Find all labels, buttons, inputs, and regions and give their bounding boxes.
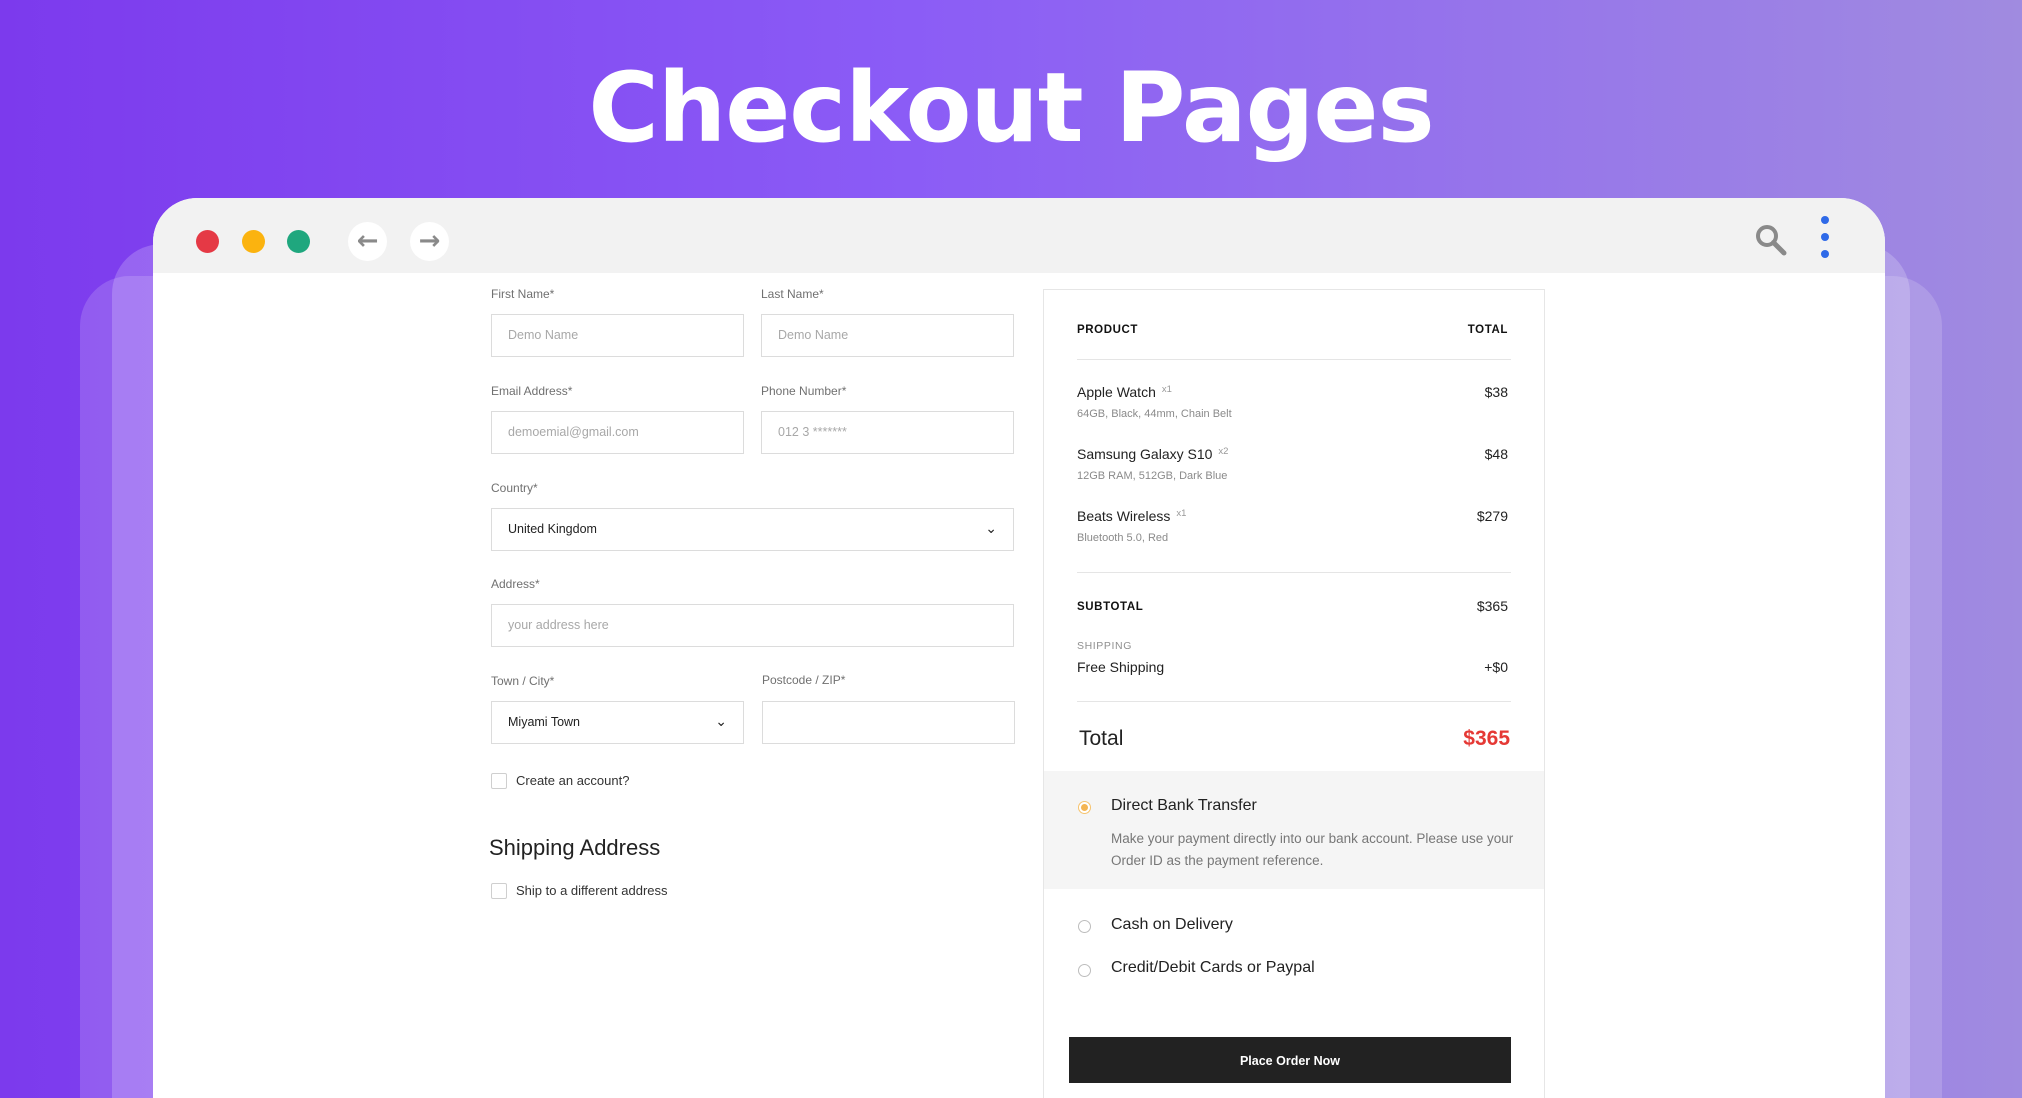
shipping-address-title: Shipping Address bbox=[489, 835, 661, 860]
maximize-window-dot[interactable] bbox=[287, 230, 310, 253]
ship-different-checkbox[interactable] bbox=[491, 883, 507, 899]
total-header: TOTAL bbox=[1467, 324, 1508, 336]
product-price: $38 bbox=[1484, 384, 1508, 400]
email-field[interactable]: demoemial@gmail.com bbox=[491, 411, 744, 454]
vertical-dots-icon[interactable] bbox=[1820, 216, 1830, 260]
close-window-dot[interactable] bbox=[196, 230, 219, 253]
place-order-button[interactable]: Place Order Now bbox=[1069, 1037, 1511, 1083]
product-name: Beats Wireless bbox=[1077, 508, 1171, 524]
product-name: Apple Watch bbox=[1077, 384, 1156, 400]
checkout-content: First Name* Demo Name Last Name* Demo Na… bbox=[153, 273, 1885, 1098]
shipping-method: Free Shipping bbox=[1077, 659, 1165, 675]
product-price: $279 bbox=[1476, 508, 1508, 524]
product-description: Bluetooth 5.0, Red bbox=[1077, 532, 1169, 544]
divider bbox=[1077, 359, 1511, 360]
shipping-label: SHIPPING bbox=[1077, 640, 1132, 652]
ship-different-label: Ship to a different address bbox=[516, 883, 668, 898]
payment-option-bank[interactable]: Direct Bank Transfer Make your payment d… bbox=[1044, 771, 1544, 889]
order-summary: PRODUCT TOTAL Apple Watch x1 64GB, Black,… bbox=[1043, 289, 1545, 1098]
phone-field[interactable]: 012 3 ******* bbox=[761, 411, 1014, 454]
browser-window: ← → First Name* Demo Name Last Name* Dem… bbox=[153, 198, 1885, 1098]
product-name: Samsung Galaxy S10 bbox=[1077, 446, 1213, 462]
arrow-left-icon: ← bbox=[356, 226, 379, 256]
phone-label: Phone Number* bbox=[761, 384, 847, 398]
address-field[interactable]: your address here bbox=[491, 604, 1014, 647]
card-paypal-radio[interactable] bbox=[1078, 964, 1091, 977]
country-select[interactable]: United Kingdom ⌄ bbox=[491, 508, 1014, 551]
last-name-field[interactable]: Demo Name bbox=[761, 314, 1014, 357]
country-label: Country* bbox=[491, 481, 538, 495]
arrow-right-icon: → bbox=[418, 226, 441, 256]
product-price: $48 bbox=[1484, 446, 1508, 462]
bank-transfer-radio[interactable] bbox=[1078, 801, 1091, 814]
create-account-label: Create an account? bbox=[516, 773, 630, 788]
bank-transfer-description: Make your payment directly into our bank… bbox=[1111, 831, 1514, 868]
forward-button[interactable]: → bbox=[410, 222, 449, 261]
town-value: Miyami Town bbox=[508, 715, 581, 729]
product-quantity: x2 bbox=[1218, 446, 1229, 457]
cash-on-delivery-label[interactable]: Cash on Delivery bbox=[1111, 916, 1233, 934]
subtotal-label: SUBTOTAL bbox=[1077, 601, 1144, 613]
chevron-down-icon: ⌄ bbox=[985, 521, 997, 537]
product-quantity: x1 bbox=[1161, 384, 1172, 395]
product-description: 12GB RAM, 512GB, Dark Blue bbox=[1077, 470, 1228, 482]
subtotal-value: $365 bbox=[1476, 598, 1508, 614]
product-quantity: x1 bbox=[1176, 508, 1187, 519]
create-account-checkbox[interactable] bbox=[491, 773, 507, 789]
cash-on-delivery-radio[interactable] bbox=[1078, 920, 1091, 933]
browser-toolbar: ← → bbox=[153, 198, 1885, 273]
address-label: Address* bbox=[491, 577, 540, 591]
postcode-field[interactable] bbox=[762, 701, 1015, 744]
total-label: Total bbox=[1079, 727, 1124, 750]
email-label: Email Address* bbox=[491, 384, 573, 398]
total-value: $365 bbox=[1463, 727, 1510, 750]
town-select[interactable]: Miyami Town ⌄ bbox=[491, 701, 744, 744]
card-paypal-label[interactable]: Credit/Debit Cards or Paypal bbox=[1111, 959, 1315, 977]
product-header: PRODUCT bbox=[1077, 324, 1139, 336]
first-name-label: First Name* bbox=[491, 287, 555, 301]
minimize-window-dot[interactable] bbox=[242, 230, 265, 253]
chevron-down-icon: ⌄ bbox=[715, 714, 727, 730]
shipping-value: +$0 bbox=[1484, 659, 1508, 675]
divider bbox=[1077, 701, 1511, 702]
divider bbox=[1077, 572, 1511, 573]
first-name-field[interactable]: Demo Name bbox=[491, 314, 744, 357]
town-label: Town / City* bbox=[491, 674, 555, 688]
last-name-label: Last Name* bbox=[761, 287, 824, 301]
back-button[interactable]: ← bbox=[348, 222, 387, 261]
product-description: 64GB, Black, 44mm, Chain Belt bbox=[1077, 408, 1232, 420]
search-icon[interactable] bbox=[1755, 224, 1787, 256]
page-hero-title: Checkout Pages bbox=[588, 52, 1434, 164]
country-value: United Kingdom bbox=[508, 522, 597, 536]
postcode-label: Postcode / ZIP* bbox=[762, 673, 846, 687]
bank-transfer-label: Direct Bank Transfer bbox=[1111, 797, 1257, 814]
